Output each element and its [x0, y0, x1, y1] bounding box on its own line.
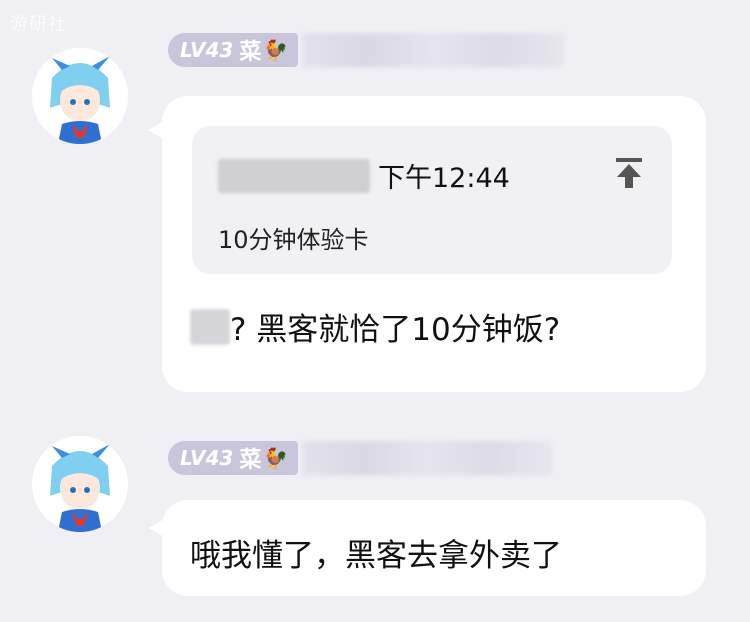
- level-label: LV43: [180, 38, 234, 62]
- rank-label: 菜: [239, 40, 262, 65]
- message-text-row: ? 黑客就恰了10分钟饭?: [190, 304, 560, 349]
- chicken-icon: 🐓: [263, 446, 289, 470]
- rank-label: 菜: [239, 448, 262, 473]
- message-bubble[interactable]: 下午12:44 10分钟体验卡 ? 黑客就恰了10分钟饭?: [162, 96, 706, 392]
- chicken-icon: 🐓: [263, 38, 289, 62]
- user-name-row: LV43 菜 🐓: [168, 32, 565, 68]
- level-badge: LV43 菜 🐓: [168, 33, 299, 67]
- cirno-avatar-icon: [32, 48, 128, 144]
- avatar[interactable]: [32, 436, 128, 532]
- message-text: ? 黑客就恰了10分钟饭?: [230, 312, 561, 348]
- pin-top-icon[interactable]: [614, 156, 644, 190]
- mention-redacted: [190, 308, 230, 345]
- nickname-redacted: [302, 33, 565, 67]
- message-bubble[interactable]: 哦我懂了，黑客去拿外卖了: [162, 500, 706, 596]
- user-name-row: LV43 菜 🐓: [168, 440, 553, 476]
- quoted-message[interactable]: 下午12:44 10分钟体验卡: [192, 126, 672, 274]
- quote-time: 下午12:44: [378, 163, 510, 194]
- nickname-redacted: [302, 441, 553, 475]
- cirno-avatar-icon: [32, 436, 128, 532]
- quote-header: 下午12:44: [218, 156, 510, 195]
- avatar[interactable]: [32, 48, 128, 144]
- level-label: LV43: [180, 446, 234, 470]
- quoted-sender-redacted: [218, 158, 370, 193]
- message-text: 哦我懂了，黑客去拿外卖了: [190, 538, 562, 574]
- quote-text: 10分钟体验卡: [218, 226, 369, 254]
- level-badge: LV43 菜 🐓: [168, 441, 299, 475]
- watermark: 游研社: [10, 14, 67, 35]
